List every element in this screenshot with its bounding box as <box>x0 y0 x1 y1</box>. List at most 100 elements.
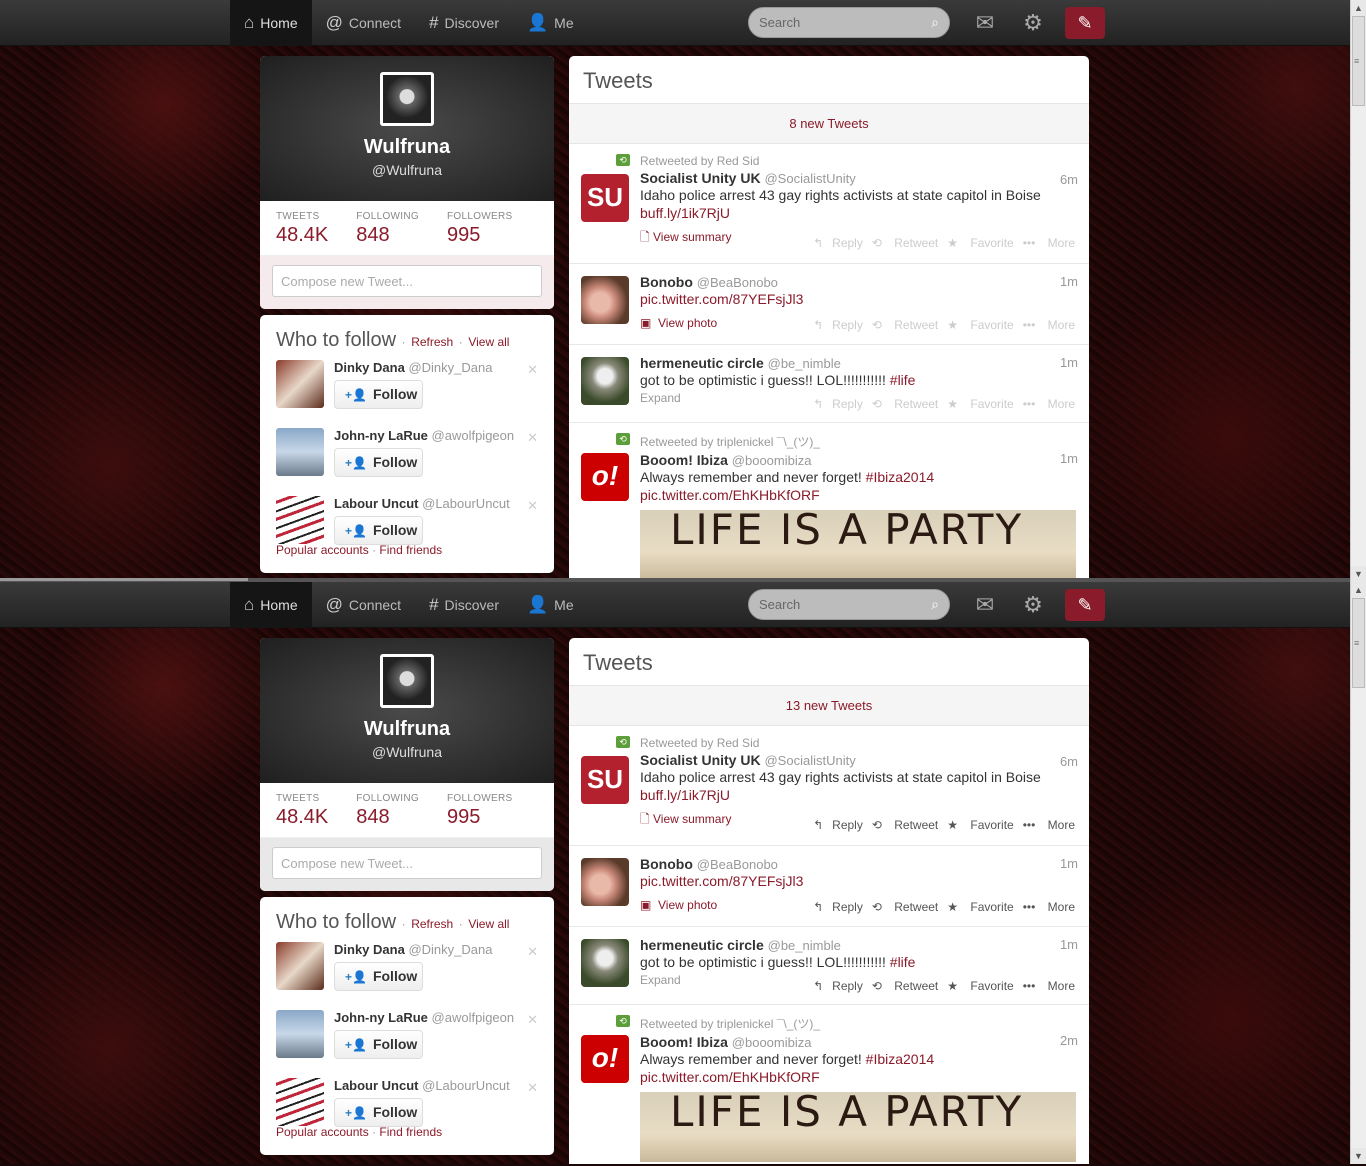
favorite-button[interactable]: ★ Favorite <box>947 979 1013 993</box>
dismiss-icon[interactable]: ✕ <box>527 362 538 378</box>
dismiss-icon[interactable]: ✕ <box>527 1080 538 1096</box>
retweet-button[interactable]: ⟲ Retweet <box>872 900 938 914</box>
popular-accounts-link[interactable]: Popular accounts <box>276 543 369 557</box>
stat-followers[interactable]: FOLLOWERS 995 <box>447 211 513 247</box>
stat-followers[interactable]: FOLLOWERS 995 <box>447 793 513 829</box>
follow-button[interactable]: +👤 Follow <box>334 962 423 991</box>
scrollbar[interactable]: ▲ ≡ ▼ <box>1350 582 1366 1164</box>
search-input[interactable]: Search ⌕ <box>748 7 950 38</box>
avatar[interactable] <box>581 276 629 324</box>
avatar[interactable] <box>276 496 324 544</box>
dismiss-icon[interactable]: ✕ <box>527 430 538 446</box>
tweet-time[interactable]: 1m <box>1060 856 1078 871</box>
avatar[interactable]: o! <box>581 1035 629 1083</box>
favorite-button[interactable]: ★ Favorite <box>947 900 1013 914</box>
stat-following[interactable]: FOLLOWING 848 <box>356 793 419 829</box>
tweet[interactable]: hermeneutic circle @be_nimble 1m got to … <box>569 345 1089 423</box>
tweet-time[interactable]: 1m <box>1060 355 1078 370</box>
scrollbar[interactable]: ▲ ≡ ▼ <box>1350 0 1366 582</box>
refresh-link[interactable]: Refresh <box>411 917 453 931</box>
retweet-button[interactable]: ⟲ Retweet <box>872 397 938 411</box>
compose-tweet-button[interactable]: ✎ <box>1065 589 1105 621</box>
nav-me[interactable]: 👤 Me <box>513 582 588 628</box>
tweet-link[interactable]: pic.twitter.com/87YEFsjJl3 <box>640 872 1077 890</box>
gear-icon[interactable]: ⚙ <box>1019 591 1047 619</box>
nav-home[interactable]: ⌂ Home <box>230 0 312 46</box>
tweet-time[interactable]: 6m <box>1060 754 1078 769</box>
follow-button[interactable]: +👤 Follow <box>334 1098 423 1127</box>
nav-connect[interactable]: @ Connect <box>312 0 415 46</box>
hashtag-link[interactable]: #life <box>890 954 916 970</box>
avatar[interactable]: SU <box>581 174 629 222</box>
hashtag-link[interactable]: #life <box>890 372 916 388</box>
tweet-time[interactable]: 1m <box>1060 937 1078 952</box>
nav-home[interactable]: ⌂ Home <box>230 582 312 628</box>
reply-button[interactable]: ↰ Reply <box>813 236 863 250</box>
search-icon[interactable]: ⌕ <box>931 596 939 613</box>
compose-input[interactable]: Compose new Tweet... <box>272 265 542 297</box>
avatar[interactable] <box>276 1010 324 1058</box>
find-friends-link[interactable]: Find friends <box>379 543 442 557</box>
more-button[interactable]: ••• More <box>1023 979 1075 993</box>
retweet-button[interactable]: ⟲ Retweet <box>872 818 938 832</box>
new-tweets-bar[interactable]: 13 new Tweets <box>569 686 1089 726</box>
dismiss-icon[interactable]: ✕ <box>527 944 538 960</box>
avatar[interactable] <box>276 360 324 408</box>
tweet-link[interactable]: buff.ly/1ik7RjU <box>640 204 1077 222</box>
tweet-time[interactable]: 1m <box>1060 451 1078 466</box>
stat-following[interactable]: FOLLOWING 848 <box>356 211 419 247</box>
more-button[interactable]: ••• More <box>1023 318 1075 332</box>
retweet-button[interactable]: ⟲ Retweet <box>872 236 938 250</box>
view-all-link[interactable]: View all <box>468 917 509 931</box>
profile-name[interactable]: Wulfruna <box>260 718 554 741</box>
nav-me[interactable]: 👤 Me <box>513 0 588 46</box>
avatar[interactable] <box>380 72 434 126</box>
tweet-time[interactable]: 6m <box>1060 172 1078 187</box>
tweet-time[interactable]: 2m <box>1060 1033 1078 1048</box>
reply-button[interactable]: ↰ Reply <box>813 818 863 832</box>
retweet-button[interactable]: ⟲ Retweet <box>872 979 938 993</box>
nav-connect[interactable]: @ Connect <box>312 582 415 628</box>
new-tweets-bar[interactable]: 8 new Tweets <box>569 104 1089 144</box>
find-friends-link[interactable]: Find friends <box>379 1125 442 1139</box>
dismiss-icon[interactable]: ✕ <box>527 498 538 514</box>
nav-discover[interactable]: # Discover <box>415 0 513 46</box>
hashtag-link[interactable]: #Ibiza2014 <box>866 1051 935 1067</box>
scroll-down-icon[interactable]: ▼ <box>1351 1148 1366 1164</box>
avatar[interactable]: SU <box>581 756 629 804</box>
scroll-down-icon[interactable]: ▼ <box>1351 566 1366 582</box>
stat-tweets[interactable]: TWEETS 48.4K <box>276 211 328 247</box>
tweet[interactable]: hermeneutic circle @be_nimble 1m got to … <box>569 927 1089 1005</box>
reply-button[interactable]: ↰ Reply <box>813 979 863 993</box>
avatar[interactable] <box>380 654 434 708</box>
search-input[interactable]: Search ⌕ <box>748 589 950 620</box>
gear-icon[interactable]: ⚙ <box>1019 9 1047 37</box>
popular-accounts-link[interactable]: Popular accounts <box>276 1125 369 1139</box>
follow-button[interactable]: +👤 Follow <box>334 380 423 409</box>
dismiss-icon[interactable]: ✕ <box>527 1012 538 1028</box>
tweet-link[interactable]: pic.twitter.com/87YEFsjJl3 <box>640 290 1077 308</box>
follow-button[interactable]: +👤 Follow <box>334 516 423 545</box>
favorite-button[interactable]: ★ Favorite <box>947 318 1013 332</box>
tweet-image[interactable]: LIFE IS A PARTY <box>640 509 1076 580</box>
reply-button[interactable]: ↰ Reply <box>813 900 863 914</box>
reply-button[interactable]: ↰ Reply <box>813 318 863 332</box>
messages-icon[interactable]: ✉ <box>971 9 999 37</box>
favorite-button[interactable]: ★ Favorite <box>947 818 1013 832</box>
reply-button[interactable]: ↰ Reply <box>813 397 863 411</box>
scroll-up-icon[interactable]: ▲ <box>1351 0 1366 16</box>
tweet[interactable]: o! ⟲ Retweeted by triplenickel ¯\_(ツ)_ Bo… <box>569 1005 1089 1164</box>
stat-tweets[interactable]: TWEETS 48.4K <box>276 793 328 829</box>
avatar[interactable] <box>581 858 629 906</box>
tweet-image[interactable]: LIFE IS A PARTY <box>640 1091 1076 1162</box>
follow-button[interactable]: +👤 Follow <box>334 1030 423 1059</box>
scroll-up-icon[interactable]: ▲ <box>1351 582 1366 598</box>
more-button[interactable]: ••• More <box>1023 818 1075 832</box>
avatar[interactable] <box>276 1078 324 1126</box>
tweet-link[interactable]: buff.ly/1ik7RjU <box>640 786 1077 804</box>
avatar[interactable] <box>581 357 629 405</box>
hashtag-link[interactable]: #Ibiza2014 <box>866 469 935 485</box>
more-button[interactable]: ••• More <box>1023 236 1075 250</box>
avatar[interactable] <box>276 942 324 990</box>
tweet[interactable]: Bonobo @BeaBonobo 1m pic.twitter.com/87Y… <box>569 846 1089 927</box>
